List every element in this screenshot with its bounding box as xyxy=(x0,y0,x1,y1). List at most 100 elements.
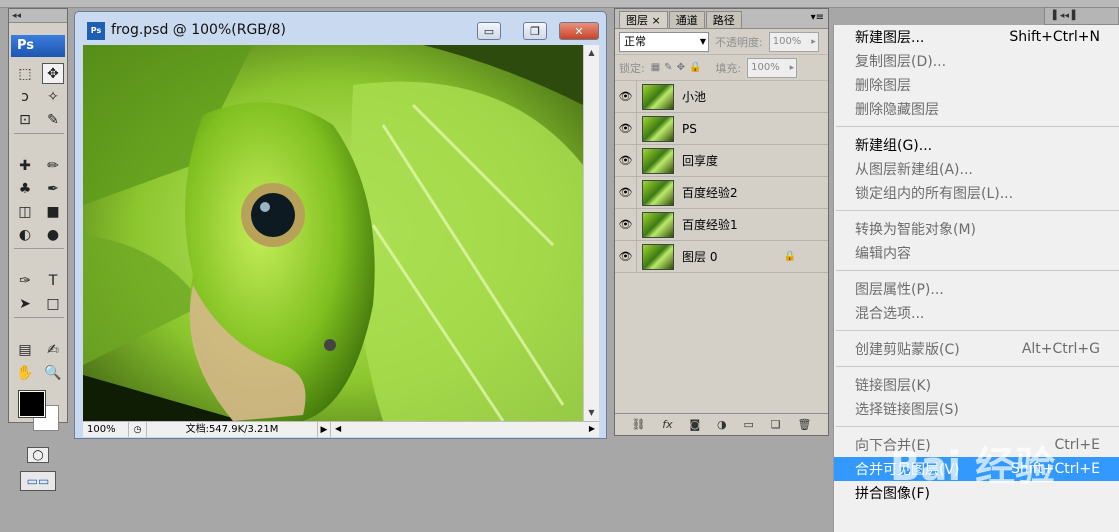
blur-icon[interactable]: ◐ xyxy=(14,224,36,245)
menu-item[interactable]: 转换为智能对象(M) xyxy=(834,217,1119,241)
menu-item[interactable]: 编辑内容 xyxy=(834,241,1119,265)
crop-icon[interactable]: ⊡ xyxy=(14,109,36,130)
menu-item[interactable]: 新建组(G)... xyxy=(834,133,1119,157)
horizontal-scrollbar[interactable]: ◀ ▶ xyxy=(331,422,599,437)
menu-item[interactable]: 图层属性(P)... xyxy=(834,277,1119,301)
visibility-eye-icon[interactable]: 👁 xyxy=(615,145,637,176)
restore-button[interactable]: ❐ xyxy=(523,22,547,40)
move-icon[interactable]: ✥ xyxy=(42,63,64,84)
tab-paths[interactable]: 路径 xyxy=(705,11,742,28)
path-select-icon[interactable]: ➤ xyxy=(14,293,36,314)
menu-item[interactable]: 删除隐藏图层 xyxy=(834,97,1119,121)
marquee-icon[interactable]: ⬚ xyxy=(14,63,36,84)
magic-wand-icon[interactable]: ✧ xyxy=(42,86,64,107)
pen-icon[interactable]: ✑ xyxy=(14,270,36,291)
shape-icon[interactable]: □ xyxy=(42,293,64,314)
menu-item[interactable]: 拼合图像(F) xyxy=(834,481,1119,505)
menu-item[interactable]: 选择链接图层(S) xyxy=(834,397,1119,421)
healing-icon[interactable]: ✚ xyxy=(14,155,36,176)
layers-panel-tabs: 图层 × 通道 路径 ▾≡ xyxy=(615,9,828,29)
brush-icon[interactable]: ✏ xyxy=(42,155,64,176)
visibility-eye-icon[interactable]: 👁 xyxy=(615,209,637,240)
menu-item[interactable]: 链接图层(K) xyxy=(834,373,1119,397)
minimize-button[interactable]: ▭ xyxy=(477,22,501,40)
menu-separator xyxy=(834,265,1119,277)
fx-icon[interactable]: fx xyxy=(662,418,672,431)
zoom-icon[interactable]: 🔍 xyxy=(42,362,64,383)
menu-item-label: 新建图层... xyxy=(855,30,925,46)
tool-separator xyxy=(14,248,64,249)
notes-icon[interactable]: ▤ xyxy=(14,339,36,360)
mask-icon[interactable]: ◙ xyxy=(690,418,701,431)
link-icon[interactable]: ⛓ xyxy=(631,418,645,431)
menu-item-label: 复制图层(D)... xyxy=(855,54,947,70)
layer-row[interactable]: 👁 图层 0 🔒 xyxy=(615,241,828,273)
zoom-level[interactable]: 100% xyxy=(83,422,129,437)
layer-thumbnail xyxy=(642,83,674,110)
status-menu-arrow-icon[interactable]: ▶ xyxy=(317,422,331,437)
eyedropper-icon[interactable]: ✎ xyxy=(42,109,64,130)
menu-item[interactable]: 从图层新建组(A)... xyxy=(834,157,1119,181)
eraser-icon[interactable]: ◫ xyxy=(14,201,36,222)
document-statusbar: 100% ◷ 文档:547.9K/3.21M ▶ ◀ ▶ xyxy=(83,421,599,437)
menu-item[interactable]: 复制图层(D)... xyxy=(834,49,1119,73)
tab-layers[interactable]: 图层 × xyxy=(619,11,668,28)
vertical-scrollbar[interactable]: ▲ ▼ xyxy=(583,45,599,421)
menu-item[interactable]: 锁定组内的所有图层(L)... xyxy=(834,181,1119,205)
layer-thumbnail xyxy=(642,115,674,142)
layer-row[interactable]: 👁 百度经验1 xyxy=(615,209,828,241)
fill-field[interactable]: 100% xyxy=(747,57,798,78)
panel-dock-collapse-strip[interactable]: ▌◂◂ ▌ xyxy=(1044,7,1119,25)
foreground-color-swatch[interactable] xyxy=(18,390,46,418)
menu-item[interactable]: 删除图层 xyxy=(834,73,1119,97)
opacity-field[interactable]: 100% xyxy=(768,31,819,52)
menu-item[interactable]: 混合选项... xyxy=(834,301,1119,325)
menu-item[interactable]: 合并可见图层(V) Shift+Ctrl+E xyxy=(834,457,1119,481)
lock-row: 锁定: ▦ ✎ ✥ 🔒 填充: 100% xyxy=(615,55,828,81)
lock-all-icon[interactable]: 🔒 xyxy=(689,62,701,73)
visibility-eye-icon[interactable]: 👁 xyxy=(615,177,637,208)
tools-palette-grip[interactable]: ◂◂ xyxy=(9,9,67,23)
lock-pixels-icon[interactable]: ✎ xyxy=(664,62,672,73)
layer-row[interactable]: 👁 小池 xyxy=(615,81,828,113)
layer-row[interactable]: 👁 回享度 xyxy=(615,145,828,177)
menu-item[interactable]: 新建图层... Shift+Ctrl+N xyxy=(834,25,1119,49)
menu-item[interactable]: 创建剪贴蒙版(C) Alt+Ctrl+G xyxy=(834,337,1119,361)
screen-mode-button[interactable]: ▭▭ xyxy=(20,471,56,491)
stamp-icon[interactable]: ♣ xyxy=(14,178,36,199)
menu-item-label: 图层属性(P)... xyxy=(855,282,944,298)
visibility-eye-icon[interactable]: 👁 xyxy=(615,81,637,112)
panel-menu-icon[interactable]: ▾≡ xyxy=(811,12,824,23)
menu-item-shortcut: Shift+Ctrl+E xyxy=(1010,461,1100,477)
adjustment-icon[interactable]: ◑ xyxy=(717,418,727,431)
new-layer-icon[interactable]: ❏ xyxy=(771,418,781,431)
tool-grid: ⬚ ✥ ↄ ✧ ⊡ ✎ ✚ ✏ ♣ ✒ ◫ ■ ◐ ● ✑ T ➤ □ ▤ ✍ ✋ 🔍 xyxy=(9,61,67,385)
blend-mode-select[interactable]: 正常 xyxy=(619,31,709,52)
layer-row[interactable]: 👁 百度经验2 xyxy=(615,177,828,209)
lock-options[interactable]: ▦ ✎ ✥ 🔒 xyxy=(651,62,702,73)
layers-context-menu: 新建图层... Shift+Ctrl+N 复制图层(D)... 删除图层 删除隐藏图层新… xyxy=(833,25,1119,532)
tab-close-icon[interactable]: × xyxy=(652,14,661,27)
dodge-icon[interactable]: ● xyxy=(42,224,64,245)
menu-item-label: 锁定组内的所有图层(L)... xyxy=(855,186,1014,202)
type-icon[interactable]: T xyxy=(42,270,64,291)
lasso-icon[interactable]: ↄ xyxy=(14,86,36,107)
document-canvas[interactable] xyxy=(83,45,583,421)
tab-channels[interactable]: 通道 xyxy=(668,11,705,28)
history-brush-icon[interactable]: ✒ xyxy=(42,178,64,199)
fill-label: 填充: xyxy=(715,61,742,75)
close-button[interactable]: ✕ xyxy=(559,22,599,40)
eyedropper2-icon[interactable]: ✍ xyxy=(42,339,64,360)
lock-position-icon[interactable]: ✥ xyxy=(677,62,685,73)
menu-item[interactable]: 向下合并(E) Ctrl+E xyxy=(834,433,1119,457)
hand-icon[interactable]: ✋ xyxy=(14,362,36,383)
gradient-icon[interactable]: ■ xyxy=(42,201,64,222)
quick-mask-button[interactable]: ◯ xyxy=(27,447,49,463)
trash-icon[interactable]: 🗑 xyxy=(798,418,812,431)
visibility-eye-icon[interactable]: 👁 xyxy=(615,113,637,144)
group-icon[interactable]: ▭ xyxy=(744,418,754,431)
layer-row[interactable]: 👁 PS xyxy=(615,113,828,145)
status-clock-icon[interactable]: ◷ xyxy=(129,422,147,437)
visibility-eye-icon[interactable]: 👁 xyxy=(615,241,637,272)
lock-transparency-icon[interactable]: ▦ xyxy=(651,62,660,73)
